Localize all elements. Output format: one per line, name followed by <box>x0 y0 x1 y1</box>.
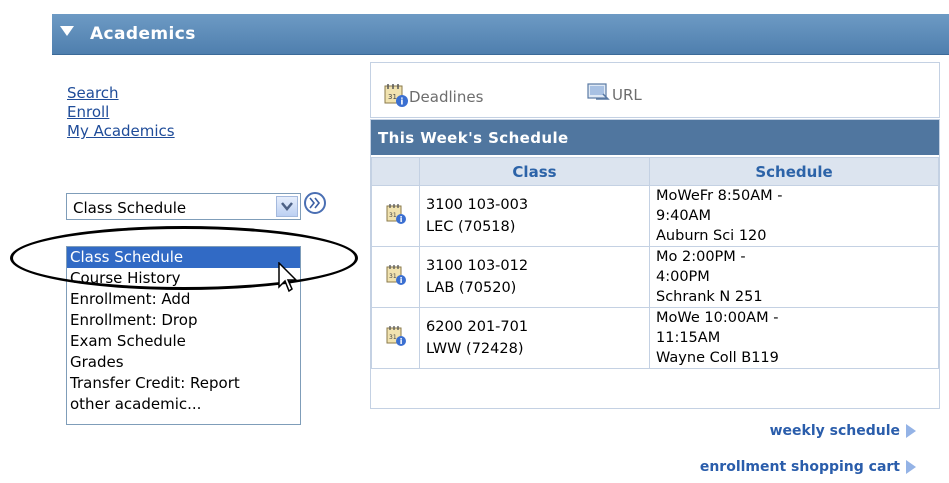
enrollment-shopping-cart-link[interactable]: enrollment shopping cart <box>700 459 916 475</box>
option-grades[interactable]: Grades <box>67 352 300 373</box>
calendar-info-icon: 31 i <box>384 84 408 108</box>
row-icon-cell[interactable]: 31 i <box>371 246 420 308</box>
table-row: 31 i 3100 103-003 LEC (70518) MoWeFr 8:5… <box>371 185 939 247</box>
chevron-down-icon[interactable] <box>276 196 298 217</box>
weekly-schedule-link[interactable]: weekly schedule <box>770 423 916 439</box>
svg-text:31: 31 <box>389 334 397 341</box>
schedule-end-time: 9:40AM <box>656 208 711 224</box>
schedule-title-bar: This Week's Schedule <box>371 120 939 155</box>
academic-links: Search Enroll My Academics <box>67 84 175 141</box>
option-class-schedule[interactable]: Class Schedule <box>67 247 300 268</box>
calendar-info-icon[interactable]: 31 i <box>385 203 407 225</box>
class-section: LEC (70518) <box>426 219 516 235</box>
class-section: LWW (72428) <box>426 341 524 357</box>
collapse-triangle-icon[interactable] <box>60 26 74 36</box>
svg-text:i: i <box>400 98 403 108</box>
schedule-title: This Week's Schedule <box>378 129 569 147</box>
deadlines-button[interactable]: 31 i Deadlines <box>383 82 483 108</box>
schedule-days-time: MoWe 10:00AM - <box>656 310 779 326</box>
deadlines-label: Deadlines <box>409 88 484 106</box>
url-button[interactable]: URL <box>586 82 642 106</box>
schedule-cell: Mo 2:00PM - 4:00PM Schrank N 251 <box>649 246 939 308</box>
academics-select[interactable]: Class Schedule <box>66 193 301 220</box>
shopping-cart-label: enrollment shopping cart <box>699 459 900 475</box>
weekly-schedule-panel: This Week's Schedule Class Schedule 31 i <box>370 119 940 409</box>
option-enrollment-drop[interactable]: Enrollment: Drop <box>67 310 300 331</box>
svg-text:i: i <box>399 337 402 346</box>
url-label: URL <box>612 86 642 104</box>
arrow-right-icon <box>906 424 916 438</box>
table-header-row: Class Schedule <box>371 157 939 186</box>
option-exam-schedule[interactable]: Exam Schedule <box>67 331 300 352</box>
schedule-location: Schrank N 251 <box>656 289 763 305</box>
schedule-end-time: 4:00PM <box>656 269 710 285</box>
class-number: 3100 103-003 <box>426 197 529 213</box>
my-academics-link[interactable]: My Academics <box>67 122 175 141</box>
schedule-table: Class Schedule 31 i 3100 103-003 LEC (70… <box>371 157 939 369</box>
option-course-history[interactable]: Course History <box>67 268 300 289</box>
class-number: 6200 201-701 <box>426 319 529 335</box>
table-row: 31 i 6200 201-701 LWW (72428) MoWe 10:00… <box>371 307 939 369</box>
double-chevron-right-icon <box>309 197 321 209</box>
url-icon <box>587 83 610 100</box>
arrow-right-icon <box>906 460 916 474</box>
schedule-location: Auburn Sci 120 <box>656 228 767 244</box>
class-cell: 3100 103-012 LAB (70520) <box>419 246 650 308</box>
row-icon-cell[interactable]: 31 i <box>371 185 420 247</box>
svg-text:31: 31 <box>389 273 397 280</box>
academics-header[interactable]: Academics <box>52 14 949 55</box>
option-transfer-credit-report[interactable]: Transfer Credit: Report <box>67 373 300 394</box>
select-value: Class Schedule <box>73 199 187 217</box>
svg-text:i: i <box>399 215 402 224</box>
schedule-cell: MoWe 10:00AM - 11:15AM Wayne Coll B119 <box>649 307 939 369</box>
svg-text:i: i <box>399 276 402 285</box>
academics-dropdown-list[interactable]: Class Schedule Course History Enrollment… <box>66 246 301 425</box>
calendar-info-icon[interactable]: 31 i <box>385 264 407 286</box>
portlet-toolbar: 31 i Deadlines URL <box>370 62 940 118</box>
table-row: 31 i 3100 103-012 LAB (70520) Mo 2:00PM … <box>371 246 939 308</box>
class-section: LAB (70520) <box>426 280 517 296</box>
class-cell: 6200 201-701 LWW (72428) <box>419 307 650 369</box>
svg-text:31: 31 <box>389 212 397 219</box>
icon-column-header <box>371 157 420 186</box>
schedule-days-time: Mo 2:00PM - <box>656 249 746 265</box>
schedule-location: Wayne Coll B119 <box>656 350 779 366</box>
option-other-academic[interactable]: other academic... <box>67 394 300 415</box>
weekly-schedule-label: weekly schedule <box>769 423 900 439</box>
mouse-cursor-icon <box>278 262 298 293</box>
schedule-column-header: Schedule <box>649 157 939 186</box>
svg-text:31: 31 <box>388 93 397 101</box>
calendar-info-icon[interactable]: 31 i <box>385 325 407 347</box>
search-link[interactable]: Search <box>67 84 175 103</box>
class-cell: 3100 103-003 LEC (70518) <box>419 185 650 247</box>
row-icon-cell[interactable]: 31 i <box>371 307 420 369</box>
class-number: 3100 103-012 <box>426 258 529 274</box>
option-enrollment-add[interactable]: Enrollment: Add <box>67 289 300 310</box>
class-column-header: Class <box>419 157 650 186</box>
go-button[interactable] <box>304 192 326 214</box>
schedule-days-time: MoWeFr 8:50AM - <box>656 188 783 204</box>
schedule-cell: MoWeFr 8:50AM - 9:40AM Auburn Sci 120 <box>649 185 939 247</box>
schedule-end-time: 11:15AM <box>656 330 721 346</box>
enroll-link[interactable]: Enroll <box>67 103 175 122</box>
section-title: Academics <box>90 24 196 44</box>
